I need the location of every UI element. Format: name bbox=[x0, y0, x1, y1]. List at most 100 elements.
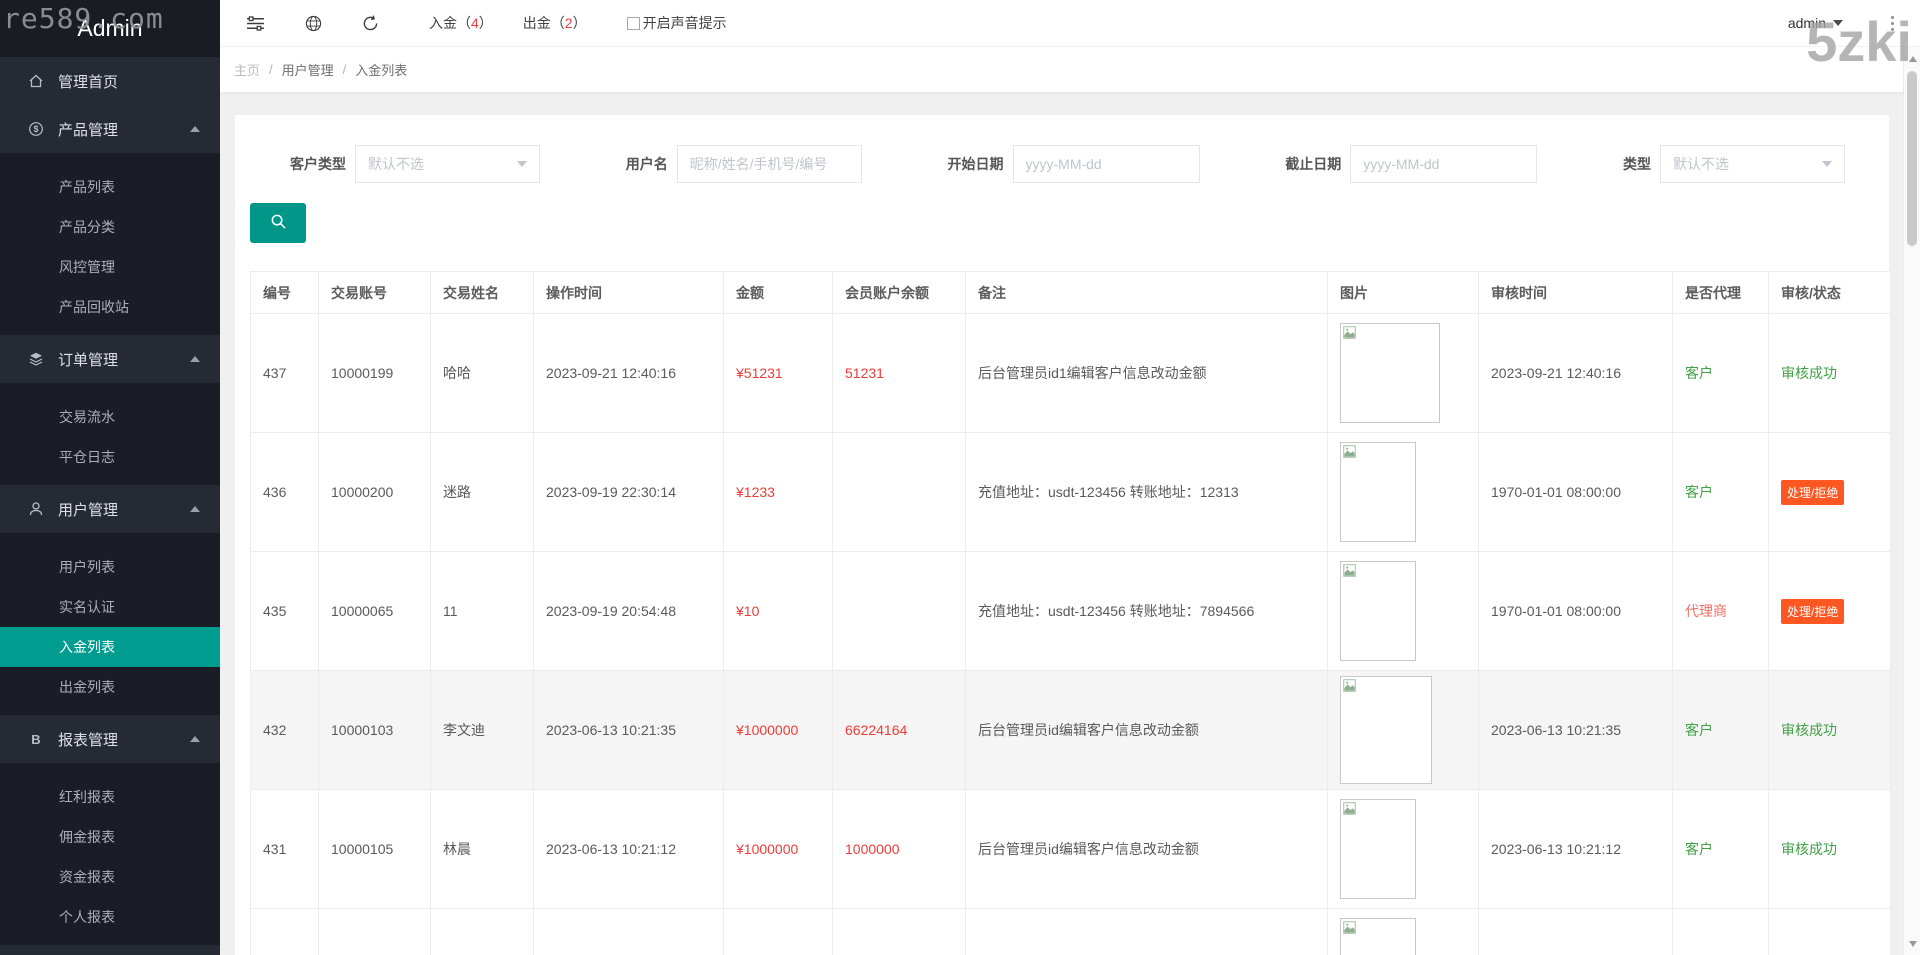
sidebar-group-report[interactable]: B 报表管理 bbox=[0, 715, 220, 763]
sidebar-item-红利报表[interactable]: 红利报表 bbox=[0, 777, 220, 817]
sidebar-item-个人报表[interactable]: 个人报表 bbox=[0, 897, 220, 937]
broken-image-icon bbox=[1343, 921, 1356, 934]
customer-type-select[interactable]: 默认不选 bbox=[355, 145, 540, 183]
table-row-435[interactable]: 435 10000065 11 2023-09-19 20:54:48 ¥10 充值地址：… bbox=[250, 551, 1891, 671]
cell-amount: ¥1000000 bbox=[723, 789, 833, 909]
cell-audit-time: 1970-01-01 08:00:00 bbox=[1478, 551, 1673, 671]
agent-role-label: 客户 bbox=[1685, 722, 1713, 738]
type-select[interactable]: 默认不选 bbox=[1660, 145, 1845, 183]
table-row-430[interactable]: 43010000151郑高杰2023-06-13 10:18:50¥150015… bbox=[250, 908, 1891, 955]
image-thumbnail[interactable] bbox=[1340, 442, 1416, 542]
cell-account: 10000065 bbox=[318, 551, 431, 671]
deposit-link[interactable]: 入金（4） bbox=[429, 13, 493, 33]
scroll-down-icon[interactable] bbox=[1904, 935, 1920, 952]
cell-image bbox=[1327, 670, 1479, 790]
cell-remark: 充值地址：usdt-123456 转账地址：7894566 bbox=[965, 551, 1328, 671]
sidebar-submenu-product: 产品列表 产品分类 风控管理 产品回收站 bbox=[0, 153, 220, 335]
scroll-up-icon[interactable] bbox=[1904, 50, 1920, 67]
column-header-金额: 金额 bbox=[723, 271, 833, 314]
refresh-icon[interactable] bbox=[362, 14, 379, 32]
status-badge[interactable]: 处理/拒绝 bbox=[1781, 598, 1845, 624]
cell-amount: ¥1233 bbox=[723, 432, 833, 552]
cell-agent: 客户 bbox=[1672, 908, 1769, 955]
username-input[interactable] bbox=[676, 145, 862, 183]
sidebar-item-实名认证[interactable]: 实名认证 bbox=[0, 587, 220, 627]
cell-balance bbox=[832, 551, 966, 671]
status-badge[interactable]: 处理/拒绝 bbox=[1781, 479, 1845, 505]
broken-image-icon bbox=[1343, 802, 1356, 815]
cell-remark: 充值地址：usdt-123456 转账地址：12313 bbox=[965, 432, 1328, 552]
sidebar-item-出金列表[interactable]: 出金列表 bbox=[0, 667, 220, 707]
breadcrumb-item-入金列表[interactable]: 入金列表 bbox=[355, 60, 407, 79]
agent-role-label: 客户 bbox=[1685, 484, 1713, 500]
user-menu[interactable]: admin bbox=[1788, 15, 1843, 31]
caret-down-icon bbox=[1833, 20, 1843, 26]
search-button[interactable] bbox=[250, 203, 306, 243]
table-row-431[interactable]: 431 10000105 林晨 2023-06-13 10:21:12 ¥1000000… bbox=[250, 789, 1891, 909]
column-header-审核/状态: 审核/状态 bbox=[1768, 271, 1891, 314]
sidebar-item-用户列表[interactable]: 用户列表 bbox=[0, 547, 220, 587]
agent-role-label: 客户 bbox=[1685, 841, 1713, 857]
cell-remark: 后台管理员id编辑客户信息改动金额 bbox=[965, 908, 1328, 955]
sidebar-item-风控管理[interactable]: 风控管理 bbox=[0, 247, 220, 287]
username: admin bbox=[1787, 15, 1826, 31]
cell-balance: 151500 bbox=[832, 908, 966, 955]
sidebar-item-资金报表[interactable]: 资金报表 bbox=[0, 857, 220, 897]
cell-id: 431 bbox=[250, 789, 319, 909]
more-menu-icon[interactable] bbox=[1885, 14, 1900, 33]
cell-agent: 代理商 bbox=[1672, 551, 1769, 671]
end-date-input[interactable] bbox=[1350, 145, 1538, 183]
topbar-right: admin bbox=[1788, 14, 1920, 33]
table-row-436[interactable]: 436 10000200 迷路 2023-09-19 22:30:14 ¥1233 充值地… bbox=[250, 432, 1891, 552]
sidebar-item-平仓日志[interactable]: 平仓日志 bbox=[0, 437, 220, 477]
topbar: 入金（4） 出金（2） 开启声音提示 admin bbox=[220, 0, 1920, 47]
chevron-up-icon bbox=[190, 126, 200, 132]
cell-remark: 后台管理员id编辑客户信息改动金额 bbox=[965, 789, 1328, 909]
image-thumbnail[interactable] bbox=[1340, 676, 1432, 784]
sidebar-item-入金列表[interactable]: 入金列表 bbox=[0, 627, 220, 667]
table-row-432[interactable]: 432 10000103 李文迪 2023-06-13 10:21:35 ¥100000… bbox=[250, 670, 1891, 790]
main-area: 入金（4） 出金（2） 开启声音提示 admin 主页 / 用户管理 / 入金列表 客户… bbox=[220, 0, 1920, 955]
broken-image-icon bbox=[1343, 679, 1356, 692]
sidebar-item-交易流水[interactable]: 交易流水 bbox=[0, 397, 220, 437]
column-header-图片: 图片 bbox=[1327, 271, 1479, 314]
cell-agent: 客户 bbox=[1672, 789, 1769, 909]
username-label: 用户名 bbox=[625, 156, 668, 172]
sidebar-item-产品回收站[interactable]: 产品回收站 bbox=[0, 287, 220, 327]
vertical-scrollbar[interactable] bbox=[1903, 47, 1920, 955]
sound-toggle[interactable]: 开启声音提示 bbox=[626, 13, 727, 33]
breadcrumb-item-主页[interactable]: 主页 bbox=[234, 60, 260, 79]
collapse-sidebar-icon[interactable] bbox=[246, 15, 265, 31]
sidebar-group-system[interactable]: 系统管理 bbox=[0, 945, 220, 955]
sound-checkbox[interactable] bbox=[626, 16, 640, 30]
sidebar-group-home[interactable]: 管理首页 bbox=[0, 57, 220, 105]
home-icon bbox=[27, 73, 44, 90]
status-label: 审核成功 bbox=[1781, 365, 1837, 381]
column-header-交易账号: 交易账号 bbox=[318, 271, 431, 314]
filter-type: 类型 默认不选 bbox=[1623, 145, 1845, 183]
sidebar-item-佣金报表[interactable]: 佣金报表 bbox=[0, 817, 220, 857]
cell-balance: 66224164 bbox=[832, 670, 966, 790]
cell-id: 435 bbox=[250, 551, 319, 671]
image-thumbnail[interactable] bbox=[1340, 918, 1416, 955]
cell-account: 10000151 bbox=[318, 908, 431, 955]
sidebar-item-产品列表[interactable]: 产品列表 bbox=[0, 167, 220, 207]
cell-amount: ¥10 bbox=[723, 551, 833, 671]
withdraw-link[interactable]: 出金（2） bbox=[523, 13, 587, 33]
withdraw-count: 2 bbox=[564, 15, 573, 31]
sidebar-item-产品分类[interactable]: 产品分类 bbox=[0, 207, 220, 247]
sidebar-group-product[interactable]: $ 产品管理 bbox=[0, 105, 220, 153]
column-header-编号: 编号 bbox=[250, 271, 319, 314]
image-thumbnail[interactable] bbox=[1340, 561, 1416, 661]
image-thumbnail[interactable] bbox=[1340, 323, 1440, 423]
cell-audit-time: 2023-06-13 10:21:12 bbox=[1478, 789, 1673, 909]
globe-icon[interactable] bbox=[305, 15, 322, 32]
table-row-437[interactable]: 437 10000199 哈哈 2023-09-21 12:40:16 ¥51231 51… bbox=[250, 313, 1891, 433]
sidebar-group-order[interactable]: 订单管理 bbox=[0, 335, 220, 383]
sidebar-group-user[interactable]: 用户管理 bbox=[0, 485, 220, 533]
breadcrumb-item-用户管理[interactable]: 用户管理 bbox=[282, 60, 334, 79]
filter-customer-type: 客户类型 默认不选 bbox=[290, 145, 540, 183]
scrollbar-thumb[interactable] bbox=[1907, 71, 1917, 246]
start-date-input[interactable] bbox=[1012, 145, 1200, 183]
image-thumbnail[interactable] bbox=[1340, 799, 1416, 899]
